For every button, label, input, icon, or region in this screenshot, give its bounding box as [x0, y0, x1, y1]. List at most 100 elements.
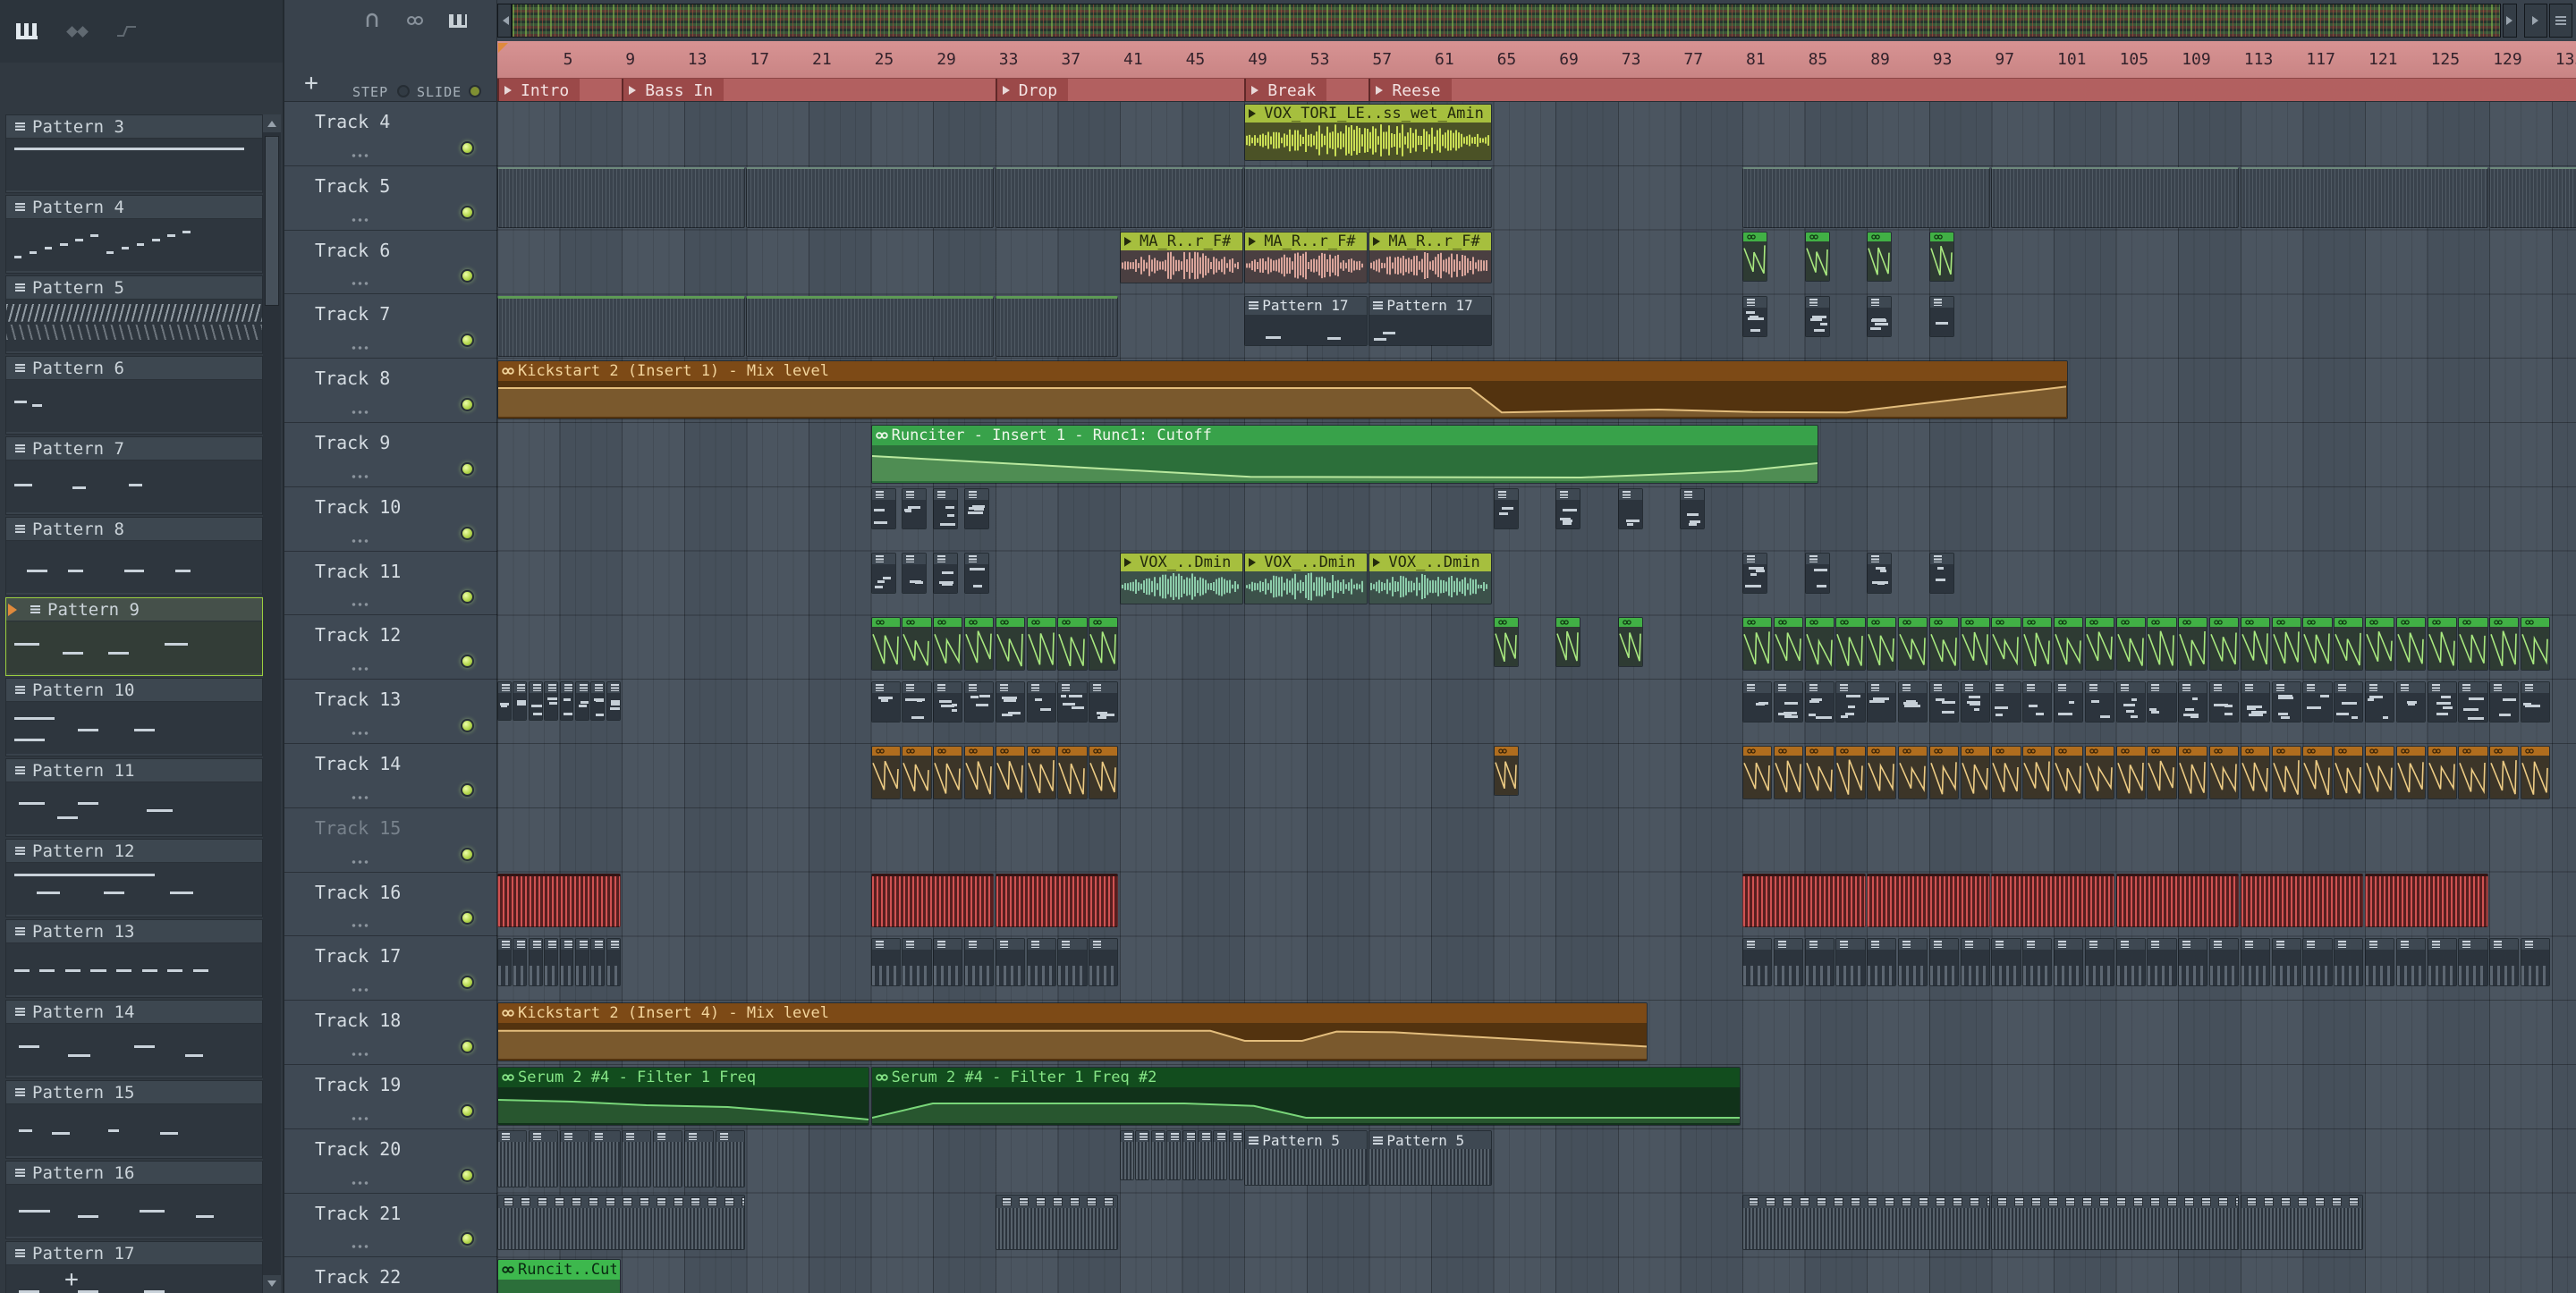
pattern-list-item[interactable]: Pattern 16	[5, 1161, 263, 1239]
pattern-clip[interactable]	[870, 937, 901, 986]
timeline-marker[interactable]: Intro	[497, 79, 580, 101]
pattern-clip[interactable]	[1742, 937, 1773, 986]
automation-clip[interactable]	[870, 616, 901, 671]
pattern-clip[interactable]	[2115, 680, 2146, 723]
pattern-clip[interactable]	[2365, 680, 2395, 723]
pattern-clip[interactable]	[870, 553, 896, 595]
pattern-clip[interactable]	[2054, 937, 2084, 986]
pattern-clip[interactable]	[2427, 937, 2457, 986]
automation-clip[interactable]	[2458, 745, 2488, 799]
pattern-list-item[interactable]: Pattern 17	[5, 1241, 263, 1293]
automation-clip[interactable]	[1493, 616, 1519, 667]
pattern-clip[interactable]	[1213, 1130, 1228, 1181]
automation-clip[interactable]: Kickstart 2 (Insert 4) - Mix level	[497, 1001, 1648, 1061]
pattern-clip[interactable]	[995, 874, 1119, 928]
audio-clip[interactable]: VOX_..Dmin	[1244, 553, 1368, 605]
pattern-clip[interactable]	[2209, 937, 2240, 986]
pattern-clip[interactable]	[1150, 1130, 1165, 1181]
playlist-grid[interactable]: VOX_TORI_LE..ss_wet_Amin MA_R..r_F# MA_R..…	[497, 102, 2576, 1293]
pattern-clip[interactable]	[2271, 680, 2301, 723]
automation-clip[interactable]	[2022, 745, 2053, 799]
automation-clip[interactable]	[2395, 616, 2427, 671]
pattern-clip[interactable]	[2240, 874, 2364, 928]
pattern-clip[interactable]	[933, 488, 959, 530]
automation-clip[interactable]	[902, 616, 932, 671]
automation-clip[interactable]	[2271, 745, 2301, 799]
track-name[interactable]: Track 17	[315, 945, 401, 967]
mute-led[interactable]	[461, 590, 474, 604]
audio-clip[interactable]: VOX_..Dmin	[1120, 553, 1243, 605]
mute-led[interactable]	[461, 397, 474, 411]
automation-clip[interactable]	[2147, 745, 2177, 799]
track-name[interactable]: Track 18	[315, 1010, 401, 1031]
pattern-clip[interactable]	[590, 680, 606, 721]
automation-clip[interactable]	[1928, 616, 1960, 671]
automation-clip[interactable]	[2427, 616, 2457, 671]
picker-toggle-button[interactable]	[445, 9, 470, 32]
pattern-clip[interactable]	[1089, 937, 1119, 986]
pattern-clip[interactable]	[1991, 874, 2115, 928]
track-options-icon[interactable]	[351, 1052, 369, 1056]
track-name[interactable]: Track 6	[315, 240, 390, 261]
pattern-clip[interactable]	[1867, 295, 1893, 337]
automation-clip[interactable]	[995, 616, 1026, 671]
automation-clip[interactable]	[1026, 616, 1056, 671]
mute-led[interactable]	[461, 526, 474, 540]
pattern-clip[interactable]	[528, 937, 543, 986]
automation-clip[interactable]	[2334, 745, 2364, 799]
automation-clip[interactable]	[1991, 745, 2021, 799]
automation-clip[interactable]	[1960, 616, 1990, 671]
pattern-clip[interactable]	[2489, 167, 2576, 229]
track-name[interactable]: Track 16	[315, 882, 401, 903]
track-options-icon[interactable]	[351, 859, 369, 864]
mute-led[interactable]	[461, 782, 474, 797]
automation-clip[interactable]: Runcit..Cutoff	[497, 1258, 621, 1293]
automation-clip[interactable]	[933, 616, 963, 671]
track-name[interactable]: Track 9	[315, 432, 390, 453]
pattern-clip[interactable]	[497, 1195, 745, 1251]
pattern-clip[interactable]	[1135, 1130, 1150, 1181]
pattern-clip[interactable]	[1835, 937, 1866, 986]
pattern-clip[interactable]	[2271, 937, 2301, 986]
track-name[interactable]: Track 12	[315, 624, 401, 646]
pattern-clip[interactable]: Pattern 5	[1368, 1130, 1493, 1187]
track-options-icon[interactable]	[351, 410, 369, 414]
pattern-clip[interactable]	[528, 1130, 559, 1188]
automation-clip[interactable]: Runciter - Insert 1 - Runc1: Cutoff	[870, 424, 1819, 484]
pattern-clip[interactable]	[2427, 680, 2457, 723]
pattern-clip[interactable]	[902, 937, 932, 986]
automation-clip[interactable]	[1089, 745, 1119, 799]
audio-clip[interactable]: VOX_..Dmin	[1368, 553, 1493, 605]
automation-clip[interactable]	[995, 745, 1026, 799]
add-track-button[interactable]: +	[297, 70, 326, 97]
automation-clip[interactable]	[2054, 745, 2084, 799]
pattern-list-item[interactable]: Pattern 13	[5, 919, 263, 998]
pattern-clip[interactable]	[2302, 937, 2333, 986]
pattern-clip[interactable]	[2489, 680, 2520, 723]
picker-scrollbar[interactable]	[263, 114, 281, 1293]
pattern-clip[interactable]	[2458, 937, 2488, 986]
automation-clip[interactable]	[2209, 616, 2240, 671]
pattern-clip[interactable]	[2084, 937, 2115, 986]
automation-clip[interactable]	[1742, 745, 1773, 799]
automation-clip[interactable]	[2178, 616, 2208, 671]
pattern-clip[interactable]	[544, 937, 559, 986]
scroll-up-button[interactable]	[263, 114, 281, 132]
pattern-clip[interactable]	[590, 1130, 621, 1188]
automation-clip[interactable]	[2115, 616, 2146, 671]
picker-tab-patterns[interactable]	[11, 18, 43, 45]
pattern-clip[interactable]	[653, 1130, 683, 1188]
track-name[interactable]: Track 21	[315, 1203, 401, 1224]
pattern-clip[interactable]	[1742, 1195, 1990, 1251]
pattern-clip[interactable]	[1991, 167, 2240, 229]
automation-clip[interactable]: Kickstart 2 (Insert 1) - Mix level	[497, 359, 2068, 419]
automation-clip[interactable]	[1898, 616, 1928, 671]
pattern-clip[interactable]	[497, 680, 512, 721]
pattern-clip[interactable]	[2458, 680, 2488, 723]
pattern-clip[interactable]	[590, 937, 606, 986]
automation-clip[interactable]	[1493, 745, 1519, 796]
pattern-clip[interactable]	[1991, 1195, 2240, 1251]
pattern-clip[interactable]	[1742, 680, 1773, 723]
track-name[interactable]: Track 19	[315, 1074, 401, 1095]
track-options-icon[interactable]	[351, 603, 369, 607]
